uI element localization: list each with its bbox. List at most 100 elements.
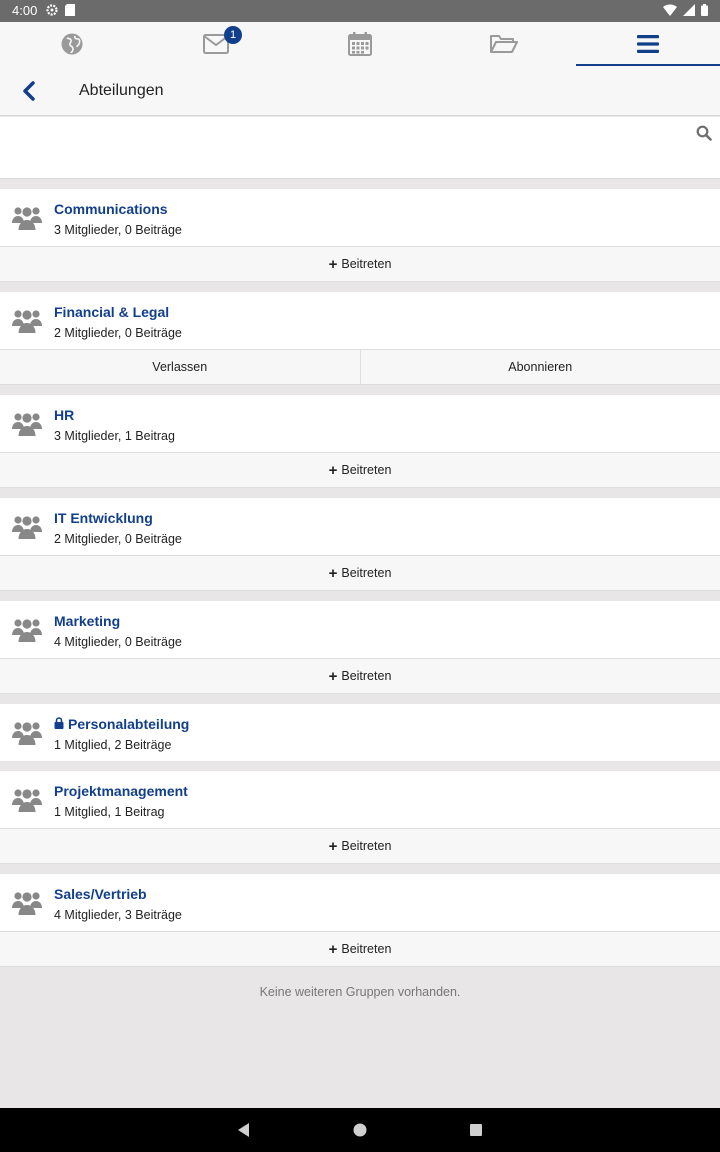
tab-messages[interactable]: 1 — [144, 22, 288, 66]
group-name-text: Communications — [54, 201, 168, 217]
action-label: Beitreten — [341, 257, 392, 271]
beitreten-button[interactable]: + Beitreten — [0, 932, 720, 966]
group-meta: 2 Mitglieder, 0 Beiträge — [54, 326, 182, 340]
group-icon — [12, 202, 42, 232]
group-icon — [12, 614, 42, 644]
group-card: Projektmanagement 1 Mitglied, 1 Beitrag + B… — [0, 771, 720, 864]
group-card: IT Entwicklung 2 Mitglieder, 0 Beiträge + B… — [0, 498, 720, 591]
beitreten-button[interactable]: + Beitreten — [0, 556, 720, 590]
abonnieren-button[interactable]: Abonnieren — [359, 350, 720, 384]
page-title: Abteilungen — [79, 82, 164, 99]
group-name[interactable]: Personalabteilung — [54, 716, 189, 732]
group-name-text: Sales/Vertrieb — [54, 886, 147, 902]
group-name-text: HR — [54, 407, 75, 423]
group-name[interactable]: IT Entwicklung — [54, 510, 153, 526]
tab-menu[interactable] — [576, 22, 720, 66]
group-header[interactable]: Sales/Vertrieb 4 Mitglieder, 3 Beiträge — [0, 874, 720, 931]
group-actions: + Beitreten — [0, 931, 720, 967]
group-header[interactable]: HR 3 Mitglieder, 1 Beitrag — [0, 395, 720, 452]
group-name[interactable]: Projektmanagement — [54, 783, 188, 799]
group-name[interactable]: HR — [54, 407, 74, 423]
group-meta: 1 Mitglied, 2 Beiträge — [54, 738, 172, 752]
group-name[interactable]: Communications — [54, 201, 168, 217]
verlassen-button[interactable]: Verlassen — [0, 350, 360, 384]
group-name-text: Personalabteilung — [68, 716, 190, 732]
tab-globe[interactable] — [0, 22, 144, 66]
group-card: HR 3 Mitglieder, 1 Beitrag + Beitreten — [0, 395, 720, 488]
group-header[interactable]: Communications 3 Mitglieder, 0 Beiträge — [0, 189, 720, 246]
beitreten-button[interactable]: + Beitreten — [0, 829, 720, 863]
tab-calendar[interactable] — [288, 22, 432, 66]
group-meta: 1 Mitglied, 1 Beitrag — [54, 805, 165, 819]
tab-bar: 1 — [0, 22, 720, 66]
sd-card-icon — [65, 4, 75, 16]
group-card: Personalabteilung 1 Mitglied, 2 Beiträge — [0, 704, 720, 761]
plus-icon: + — [328, 564, 338, 582]
group-card: Marketing 4 Mitglieder, 0 Beiträge + Beitre… — [0, 601, 720, 694]
group-meta: 2 Mitglieder, 0 Beiträge — [54, 532, 182, 546]
group-icon — [12, 305, 42, 335]
folder-icon — [490, 35, 518, 53]
group-name-text: IT Entwicklung — [54, 510, 153, 526]
tab-files[interactable] — [432, 22, 576, 66]
action-label: Beitreten — [341, 839, 392, 853]
settings-icon — [46, 4, 58, 16]
group-header[interactable]: IT Entwicklung 2 Mitglieder, 0 Beiträge — [0, 498, 720, 555]
battery-icon — [701, 4, 708, 16]
nav-back-icon[interactable] — [236, 1122, 252, 1138]
action-label: Beitreten — [341, 942, 392, 956]
group-name[interactable]: Marketing — [54, 613, 120, 629]
group-card: Communications 3 Mitglieder, 0 Beiträge + B… — [0, 189, 720, 282]
unread-badge: 1 — [224, 26, 242, 44]
calendar-icon — [348, 32, 372, 56]
beitreten-button[interactable]: + Beitreten — [0, 453, 720, 487]
group-icon — [12, 784, 42, 814]
group-actions: + Beitreten — [0, 658, 720, 694]
plus-icon: + — [328, 667, 338, 685]
group-name-text: Financial & Legal — [54, 304, 170, 320]
group-name-text: Marketing — [54, 613, 121, 629]
group-meta: 3 Mitglieder, 0 Beiträge — [54, 223, 182, 237]
signal-icon — [683, 4, 695, 16]
nav-recents-icon[interactable] — [468, 1122, 484, 1138]
group-name[interactable]: Sales/Vertrieb — [54, 886, 147, 902]
beitreten-button[interactable]: + Beitreten — [0, 659, 720, 693]
group-icon — [12, 887, 42, 917]
globe-icon — [61, 33, 83, 55]
action-label: Beitreten — [341, 669, 392, 683]
group-card: Financial & Legal 2 Mitglieder, 0 Beiträg… — [0, 292, 720, 385]
group-meta: 4 Mitglieder, 3 Beiträge — [54, 908, 182, 922]
plus-icon: + — [328, 255, 338, 273]
wifi-icon — [663, 4, 677, 16]
page-header: Abteilungen — [0, 66, 720, 116]
action-label: Abonnieren — [508, 360, 573, 374]
group-name-text: Projektmanagement — [54, 783, 188, 799]
search-icon[interactable] — [696, 125, 712, 141]
group-header[interactable]: Personalabteilung 1 Mitglied, 2 Beiträge — [0, 704, 720, 761]
plus-icon: + — [328, 837, 338, 855]
status-bar: 4:00 — [0, 0, 720, 22]
group-name[interactable]: Financial & Legal — [54, 304, 169, 320]
group-actions: + Beitreten — [0, 555, 720, 591]
group-actions: + Beitreten — [0, 246, 720, 282]
status-time: 4:00 — [12, 3, 38, 18]
menu-icon — [637, 35, 659, 53]
lock-icon — [54, 716, 64, 732]
group-list: Communications 3 Mitglieder, 0 Beiträge + B… — [0, 179, 720, 967]
search-bar — [0, 117, 720, 179]
group-actions: + Beitreten — [0, 452, 720, 488]
action-label: Beitreten — [341, 463, 392, 477]
group-icon — [12, 408, 42, 438]
group-actions: Verlassen Abonnieren — [0, 349, 720, 385]
back-button[interactable] — [16, 78, 42, 104]
group-header[interactable]: Financial & Legal 2 Mitglieder, 0 Beiträg… — [0, 292, 720, 349]
group-actions: + Beitreten — [0, 828, 720, 864]
group-meta: 4 Mitglieder, 0 Beiträge — [54, 635, 182, 649]
nav-home-icon[interactable] — [352, 1122, 368, 1138]
search-input[interactable] — [0, 117, 690, 177]
group-header[interactable]: Marketing 4 Mitglieder, 0 Beiträge — [0, 601, 720, 658]
plus-icon: + — [328, 461, 338, 479]
beitreten-button[interactable]: + Beitreten — [0, 247, 720, 281]
action-label: Verlassen — [152, 360, 208, 374]
group-header[interactable]: Projektmanagement 1 Mitglied, 1 Beitrag — [0, 771, 720, 828]
